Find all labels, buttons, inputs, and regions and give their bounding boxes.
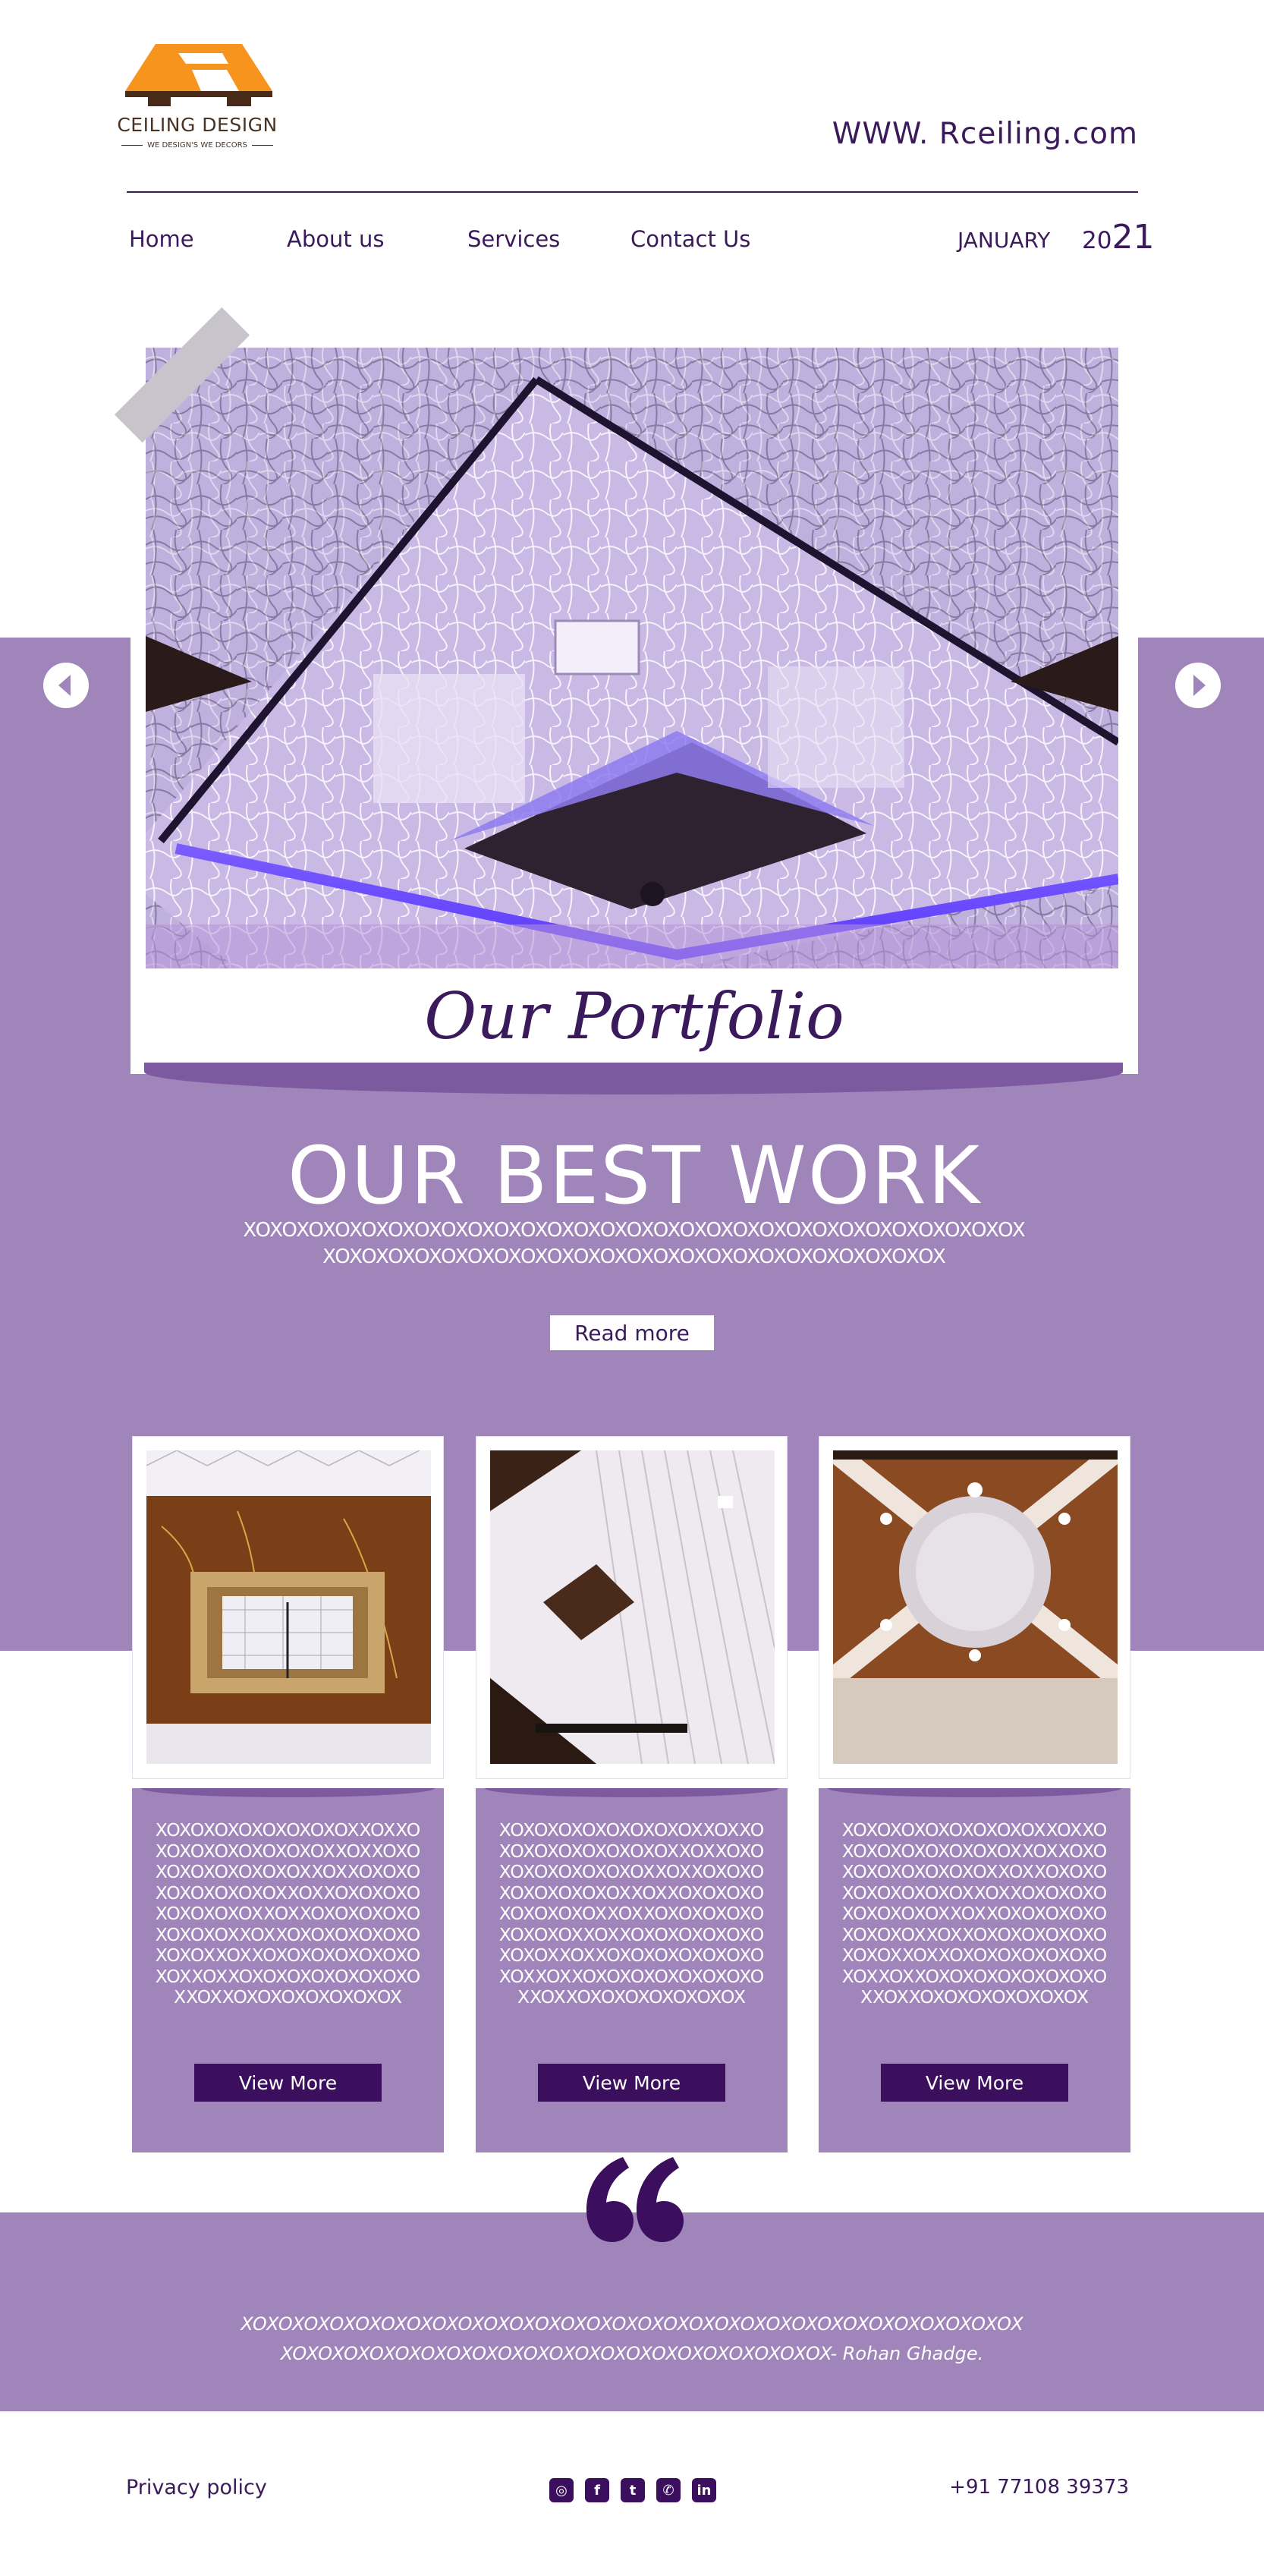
whatsapp-icon[interactable]: ✆	[656, 2478, 681, 2502]
header-divider	[127, 191, 1138, 193]
card-description: XOXOXOXOXOXOXOXOXXOXXOXOXOXOXOXOXOXOXXOX…	[841, 1819, 1108, 2008]
facebook-icon[interactable]: f	[585, 2478, 609, 2502]
portfolio-card-2: XOXOXOXOXOXOXOXOXXOXXOXOXOXOXOXOXOXOXXOX…	[476, 1436, 788, 2152]
logo-text: CEILING DESIGN	[117, 114, 278, 136]
best-work-text-line2: XOXOXOXOXOXOXOXOXOXOXOXOXOXOXOXOXOXOXOXO…	[322, 1245, 946, 1268]
card-ceiling-image	[146, 1450, 431, 1764]
quote-icon	[586, 2157, 684, 2242]
instagram-icon[interactable]: ◎	[549, 2478, 574, 2502]
carousel-next-button[interactable]	[1175, 663, 1221, 708]
card-image-frame	[819, 1436, 1130, 1779]
card-ceiling-image	[833, 1450, 1118, 1764]
view-more-button[interactable]: View More	[194, 2064, 382, 2102]
card-description: XOXOXOXOXOXOXOXOXXOXXOXOXOXOXOXOXOXOXXOX…	[498, 1819, 765, 2008]
carousel-prev-button[interactable]	[43, 663, 89, 708]
nav-about-us[interactable]: About us	[287, 226, 384, 252]
nav-contact-us[interactable]: Contact Us	[630, 226, 750, 252]
best-work-heading: OUR BEST WORK	[287, 1129, 982, 1222]
phone-number: +91 77108 39373	[949, 2476, 1129, 2499]
logo-icon[interactable]	[125, 44, 272, 106]
hero-band-left	[0, 638, 130, 1651]
card-description: XOXOXOXOXOXOXOXOXXOXXOXOXOXOXOXOXOXOXXOX…	[155, 1819, 421, 2008]
site-url[interactable]: WWW. Rceiling.com	[819, 117, 1138, 151]
testimonial-text-line2: XOXOXOXOXOXOXOXOXOXOXOXOXOXOXOXOXOXOXOXO…	[280, 2343, 984, 2364]
view-more-button[interactable]: View More	[538, 2064, 725, 2102]
hero-band-right	[1138, 638, 1264, 1651]
card-ceiling-image	[490, 1450, 775, 1764]
chevron-right-icon	[1193, 675, 1206, 696]
date-month: JANUARY	[957, 228, 1051, 253]
card-image-frame	[476, 1436, 788, 1779]
logo-tagline: WE DESIGN'S WE DECORS	[121, 141, 273, 150]
chevron-left-icon	[58, 675, 71, 696]
hero-ceiling-image	[146, 348, 1118, 968]
nav-services[interactable]: Services	[467, 226, 560, 252]
view-more-button[interactable]: View More	[881, 2064, 1068, 2102]
best-work-text-line1: XOXOXOXOXOXOXOXOXOXOXOXOXOXOXOXOXOXOXOXO…	[243, 1219, 1026, 1242]
twitter-icon[interactable]: t	[621, 2478, 645, 2502]
portfolio-title: Our Portfolio	[424, 979, 844, 1053]
portfolio-card-3: XOXOXOXOXOXOXOXOXXOXXOXOXOXOXOXOXOXOXXOX…	[819, 1436, 1130, 2152]
linkedin-icon[interactable]: in	[692, 2478, 716, 2502]
privacy-policy-link[interactable]: Privacy policy	[126, 2476, 267, 2499]
date-year: 2021	[1082, 218, 1155, 257]
nav-home[interactable]: Home	[129, 226, 194, 252]
card-image-frame	[132, 1436, 444, 1779]
portfolio-card-1: XOXOXOXOXOXOXOXOXXOXXOXOXOXOXOXOXOXOXXOX…	[132, 1436, 444, 2152]
testimonial-text-line1: XOXOXOXOXOXOXOXOXOXOXOXOXOXOXOXOXOXOXOXO…	[241, 2313, 1023, 2335]
social-links: ◎ f t ✆ in	[549, 2478, 716, 2502]
read-more-button[interactable]: Read more	[550, 1315, 714, 1350]
